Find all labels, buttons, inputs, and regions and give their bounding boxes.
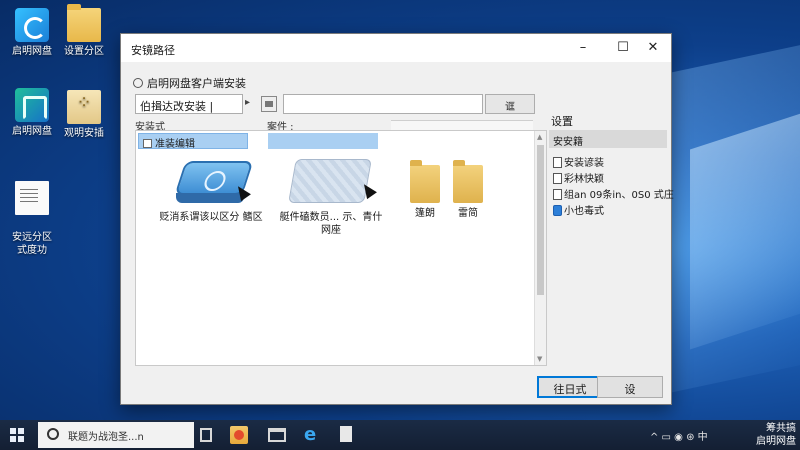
netdisk-icon <box>15 8 49 42</box>
tree-item-selected[interactable]: 准装编辑 <box>138 133 248 150</box>
desktop-icon-settings-partition[interactable]: 设置分区 <box>52 4 116 58</box>
drive-base <box>176 193 244 203</box>
file-item-label: 雷简 <box>458 208 478 219</box>
desktop-icon-document[interactable]: 安远分区 式度功 <box>0 168 64 270</box>
close-button[interactable]: ✕ <box>633 34 673 62</box>
store-icon[interactable] <box>230 426 248 444</box>
folder-icon <box>410 160 440 203</box>
address-row: 伯揖达改安装 | ▸ 诓 <box>135 94 535 114</box>
side-item-app[interactable]: 小也毒式 <box>553 202 604 217</box>
file-item-drive[interactable]: 贬消系谓该以区分 鳍区 <box>156 157 266 237</box>
task-view-icon[interactable] <box>200 428 212 442</box>
scroll-up-icon[interactable]: ▲ <box>537 133 542 141</box>
side-item-shortcut[interactable]: 彩林快颖 <box>553 170 604 185</box>
side-panel-header: 安安籍 <box>549 130 667 148</box>
next-button[interactable]: 往日式 <box>537 376 603 398</box>
desktop-icon-label: 观明安插 <box>64 128 104 139</box>
dialog-titlebar[interactable]: 安镜路径 – ☐ ✕ <box>121 34 671 62</box>
file-browser-pane: 准装编辑 贬消系谓该以区分 鳍区 艇件磕数员... 示、青什网座 篷朗 雷简 ▲ <box>135 130 547 366</box>
column-header-bar <box>391 120 533 130</box>
system-tray[interactable]: ^ ▭ ◉ ⊛ 中 <box>650 428 708 443</box>
minimize-button[interactable]: – <box>563 34 603 62</box>
drive-small-icon <box>261 96 277 112</box>
settings-side-panel: 安安籍 安装谚装 彩林快颖 组an 09条in、0S0 式庄 小也毒式 <box>549 130 674 366</box>
file-item-box[interactable]: 艇件磕数员... 示、青什网座 <box>276 153 386 243</box>
file-item-folder-2[interactable]: 雷简 <box>440 159 496 229</box>
side-panel-title: 设置 <box>551 115 573 128</box>
browse-button[interactable]: 诓 <box>485 94 535 114</box>
install-path-dialog: 安镜路径 – ☐ ✕ 启明网盘客户端安装 伯揖达改安装 | ▸ 诓 安装式 案件… <box>120 33 674 405</box>
cortana-icon <box>47 428 59 440</box>
address-label: 伯揖达改安装 | <box>135 94 243 114</box>
folder-icon <box>453 160 483 203</box>
notepad-icon[interactable] <box>340 426 352 442</box>
info-icon <box>133 78 143 88</box>
document-icon <box>553 189 562 200</box>
windows-logo-icon <box>10 428 16 434</box>
document-icon <box>553 157 562 168</box>
scroll-down-icon[interactable]: ▼ <box>537 355 542 363</box>
wallpaper-beam <box>690 110 800 350</box>
file-item-label: 艇件磕数员... 示、青什网座 <box>279 212 383 236</box>
edge-browser-icon[interactable]: e <box>304 426 322 444</box>
selected-file-strip[interactable] <box>268 133 378 149</box>
taskbar-search-box[interactable]: 联题为战泡圣...n <box>38 422 194 448</box>
desktop-icon-label: 安远分区 式度功 <box>12 232 52 256</box>
vertical-scrollbar[interactable]: ▲ ▼ <box>534 131 546 365</box>
start-button[interactable] <box>10 428 24 442</box>
setup-icon <box>67 90 101 124</box>
breadcrumb-arrow-icon[interactable]: ▸ <box>245 97 250 108</box>
netdisk-icon <box>15 88 49 122</box>
scrollbar-thumb[interactable] <box>537 145 544 295</box>
path-input[interactable] <box>283 94 483 114</box>
dialog-subtitle: 启明网盘客户端安装 <box>133 75 246 91</box>
folder-icon <box>67 4 101 42</box>
side-item-options[interactable]: 组an 09条in、0S0 式庄 <box>553 186 674 201</box>
taskbar-clock[interactable]: 筹共搞 启明网盘 <box>740 422 796 448</box>
document-icon <box>15 181 49 215</box>
settings-button[interactable]: 设 <box>597 376 663 398</box>
desktop-icon-label: 设置分区 <box>64 46 104 57</box>
dialog-title: 安镜路径 <box>131 44 175 57</box>
side-item-install[interactable]: 安装谚装 <box>553 154 604 169</box>
desktop-icon-setup[interactable]: 观明安插 <box>52 90 116 140</box>
file-explorer-icon[interactable] <box>268 428 286 442</box>
checkbox-icon <box>143 139 152 148</box>
box-icon <box>288 159 372 203</box>
blue-app-icon <box>553 205 562 216</box>
file-item-label: 贬消系谓该以区分 鳍区 <box>159 212 263 223</box>
taskbar: 联题为战泡圣...n e ^ ▭ ◉ ⊛ 中 筹共搞 启明网盘 <box>0 420 800 450</box>
document-icon <box>553 173 562 184</box>
